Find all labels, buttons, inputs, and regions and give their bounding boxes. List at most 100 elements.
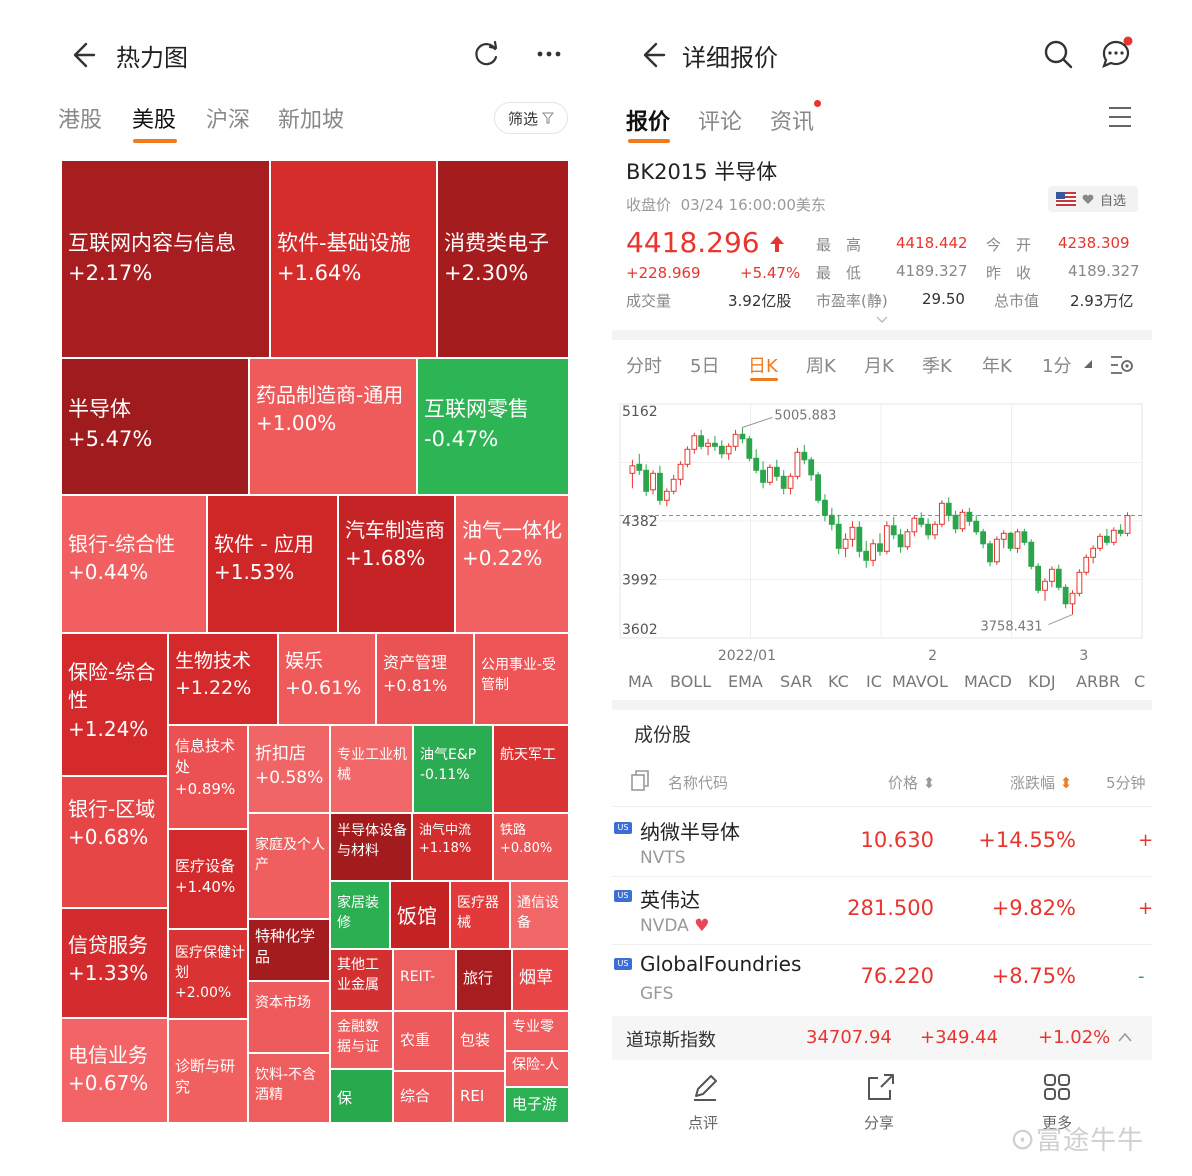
heatmap-tile[interactable]: 保险-综合性 +1.24% [61,633,168,776]
comment-pen-icon[interactable] [690,1072,720,1102]
heatmap-tile[interactable]: 专业工业机械 [330,725,413,813]
indicator-tab[interactable]: C [1134,672,1145,691]
heatmap-tile[interactable]: 农重 [393,1011,453,1071]
heatmap-tile[interactable]: 资本市场 [248,981,330,1053]
period-tab[interactable]: 分时 [626,352,662,378]
heatmap-tile[interactable]: 软件-基础设施 +1.64% [270,160,437,358]
heatmap-tile[interactable]: 医疗保健计划 +2.00% [168,929,248,1019]
heatmap-tile[interactable]: 饭馆 [390,881,450,949]
heatmap-tile[interactable]: 家居装修 [330,881,390,949]
heatmap-tile[interactable]: 折扣店 +0.58% [248,725,330,813]
chevron-up-icon[interactable] [1118,1032,1132,1042]
heatmap-tile[interactable]: 医疗器械 [450,881,510,949]
heatmap-tile[interactable]: 饮料-不含酒精 [248,1053,330,1123]
period-tab[interactable]: 月K [864,352,894,378]
heatmap-tile[interactable]: 半导体设备与材料 [330,813,412,881]
heatmap-tile[interactable]: 油气中流 +1.18% [412,813,493,881]
copy-icon[interactable] [630,770,650,792]
heatmap-tile[interactable]: 互联网内容与信息 +2.17% [61,160,270,358]
indicator-tab[interactable]: BOLL [670,672,711,691]
heatmap-tile[interactable]: 软件 - 应用 +1.53% [207,495,338,633]
expand-chevron-icon[interactable] [876,316,888,324]
period-tab[interactable]: 1分 [1042,352,1071,378]
heatmap-tile[interactable]: 娱乐 +0.61% [278,633,376,725]
heatmap-tile[interactable]: 烟草 [512,949,569,1011]
col-5m-header[interactable]: 5分钟 [1106,772,1146,793]
heatmap-tile[interactable]: 银行-区域 +0.68% [61,776,168,908]
tab-cn[interactable]: 沪深 [206,102,250,134]
heatmap-tile[interactable]: 航天军工 [493,725,569,813]
heatmap-tile[interactable]: 其他工业金属 [330,949,393,1011]
indicator-tab[interactable]: MAVOL [892,672,948,691]
period-tab[interactable]: 季K [922,352,952,378]
menu-icon[interactable] [1108,106,1132,128]
filter-button[interactable]: 筛选 [494,102,568,134]
heatmap-tile[interactable]: 公用事业-受管制 [474,633,569,725]
period-tab[interactable]: 日K [748,352,778,378]
heatmap-tile[interactable]: 旅行 [456,949,512,1011]
heatmap-tile[interactable]: 铁路 +0.80% [493,813,569,881]
tab-news[interactable]: 资讯 [770,104,814,136]
heatmap-tile[interactable]: 家庭及个人产 [248,813,330,919]
heatmap-tile[interactable]: 半导体 +5.47% [61,358,249,495]
heatmap-tile[interactable]: 通信设备 [510,881,569,949]
heatmap-tile[interactable]: 专业零 [505,1011,569,1051]
heatmap-tile[interactable]: 消费类电子 +2.30% [437,160,569,358]
action-comment-label[interactable]: 点评 [688,1112,718,1133]
back-arrow-icon[interactable] [64,38,98,72]
period-tab[interactable]: 周K [806,352,836,378]
heatmap-tile[interactable]: 电信业务 +0.67% [61,1018,168,1123]
heatmap-tile[interactable]: 油气E&P -0.11% [413,725,493,813]
indicator-tab[interactable]: EMA [728,672,763,691]
col-price-header[interactable]: 价格 ⬍ [888,772,935,793]
col-change-header[interactable]: 涨跌幅 ⬍ [1010,772,1072,793]
tab-sg[interactable]: 新加坡 [278,102,344,134]
heatmap-tile[interactable]: 保险-人 [505,1051,569,1087]
back-arrow-icon[interactable] [634,38,668,72]
chart-settings-icon[interactable] [1110,354,1134,376]
heatmap-tile[interactable]: 银行-综合性 +0.44% [61,495,207,633]
share-icon[interactable] [866,1072,896,1102]
tab-comments[interactable]: 评论 [698,104,742,136]
heatmap-tile[interactable]: 汽车制造商 +1.68% [338,495,455,633]
heatmap-tile[interactable]: 资产管理 +0.81% [376,633,474,725]
indicator-tab[interactable]: MACD [964,672,1012,691]
indicator-tab[interactable]: KDJ [1028,672,1056,691]
heatmap-tile[interactable]: 互联网零售 -0.47% [417,358,569,495]
kline-chart[interactable]: 5162 4382 3992 3602 2022/01 2 3 5005.883 3758.43… [612,390,1152,670]
heatmap-tile[interactable]: 生物技术 +1.22% [168,633,278,725]
tab-hk[interactable]: 港股 [58,102,102,134]
heatmap-tile[interactable]: REI [453,1071,505,1123]
refresh-icon[interactable] [470,38,502,70]
dropdown-triangle-icon[interactable] [1084,360,1092,368]
grid-more-icon[interactable] [1042,1072,1072,1102]
indicator-tab[interactable]: ARBR [1076,672,1120,691]
heatmap-tile[interactable]: 特种化学品 [248,919,330,981]
period-tab[interactable]: 年K [982,352,1012,378]
heatmap-tile[interactable]: 油气一体化 +0.22% [455,495,569,633]
period-tab[interactable]: 5日 [690,352,719,378]
indicator-tab[interactable]: MA [628,672,653,691]
heatmap-tile[interactable]: 诊断与研究 [168,1019,248,1123]
heatmap-tile[interactable]: 包装 [453,1011,505,1071]
indicator-tab[interactable]: SAR [780,672,813,691]
more-icon[interactable] [533,38,565,70]
heatmap-tile[interactable]: 综合 [393,1071,453,1123]
chat-icon[interactable] [1098,36,1134,72]
heatmap-tile[interactable]: 信息技术处 +0.89% [168,725,248,829]
tab-us[interactable]: 美股 [132,102,176,134]
heatmap-tile[interactable]: 药品制造商-通用 +1.00% [249,358,417,495]
tab-quote[interactable]: 报价 [626,104,670,136]
search-icon[interactable] [1042,38,1074,70]
heatmap-tile[interactable]: 电子游 [505,1087,569,1123]
action-share-label[interactable]: 分享 [864,1112,894,1133]
watchlist-button[interactable]: 自选 [1048,186,1138,212]
indicator-tab[interactable]: IC [866,672,882,691]
heatmap-tile[interactable]: 保 [330,1069,393,1123]
indicator-tab[interactable]: KC [828,672,849,691]
heatmap-tile[interactable]: 金融数据与证 [330,1011,393,1069]
heatmap-tile[interactable]: 医疗设备 +1.40% [168,829,248,929]
heatmap-tile[interactable]: REIT- [393,949,456,1011]
index-ticker-bar[interactable]: 道琼斯指数 34707.94 +349.44 +1.02% [612,1016,1152,1060]
heatmap-tile[interactable]: 信贷服务 +1.33% [61,908,168,1018]
